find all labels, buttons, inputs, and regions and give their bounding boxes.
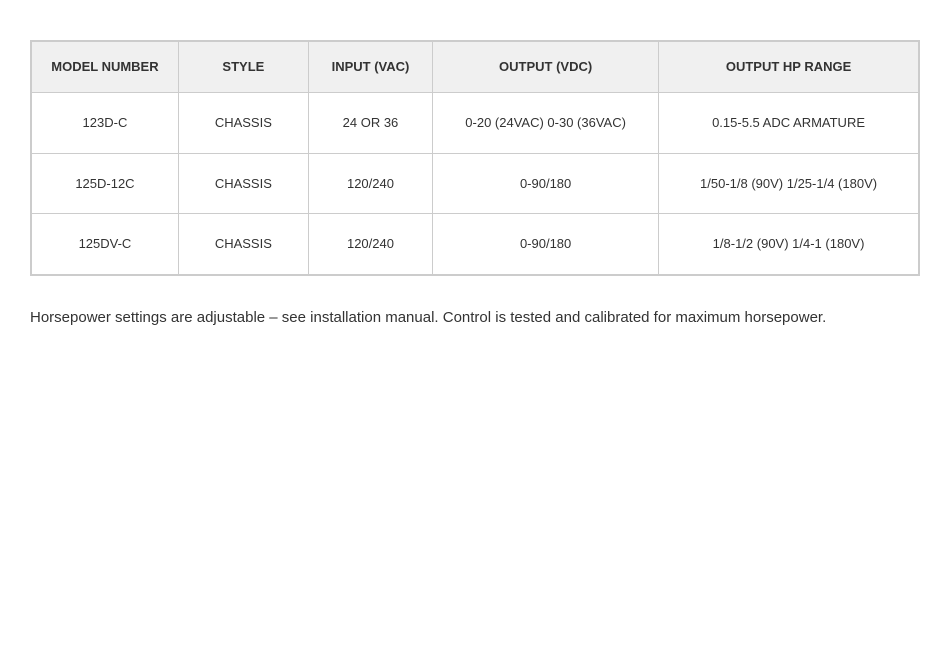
cell-input: 120/240 — [308, 214, 432, 275]
cell-output-vdc: 0-20 (24VAC) 0-30 (36VAC) — [433, 93, 659, 154]
header-style: STYLE — [178, 42, 308, 93]
table-row: 123D-CCHASSIS24 OR 360-20 (24VAC) 0-30 (… — [32, 93, 919, 154]
header-model-number: MODEL NUMBER — [32, 42, 179, 93]
cell-output-hp: 1/50-1/8 (90V) 1/25-1/4 (180V) — [659, 153, 919, 214]
cell-output-hp: 0.15-5.5 ADC ARMATURE — [659, 93, 919, 154]
cell-model: 123D-C — [32, 93, 179, 154]
cell-style: CHASSIS — [178, 153, 308, 214]
cell-model: 125D-12C — [32, 153, 179, 214]
cell-style: CHASSIS — [178, 214, 308, 275]
product-table: MODEL NUMBER STYLE INPUT (VAC) OUTPUT (V… — [31, 41, 919, 275]
cell-output-vdc: 0-90/180 — [433, 153, 659, 214]
header-input-vac: INPUT (VAC) — [308, 42, 432, 93]
table-row: 125DV-CCHASSIS120/2400-90/1801/8-1/2 (90… — [32, 214, 919, 275]
cell-style: CHASSIS — [178, 93, 308, 154]
cell-output-hp: 1/8-1/2 (90V) 1/4-1 (180V) — [659, 214, 919, 275]
footer-text: Horsepower settings are adjustable – see… — [30, 306, 920, 330]
cell-input: 120/240 — [308, 153, 432, 214]
product-table-container: MODEL NUMBER STYLE INPUT (VAC) OUTPUT (V… — [30, 40, 920, 276]
cell-input: 24 OR 36 — [308, 93, 432, 154]
table-row: 125D-12CCHASSIS120/2400-90/1801/50-1/8 (… — [32, 153, 919, 214]
header-output-hp-range: OUTPUT HP RANGE — [659, 42, 919, 93]
header-output-vdc: OUTPUT (VDC) — [433, 42, 659, 93]
cell-model: 125DV-C — [32, 214, 179, 275]
cell-output-vdc: 0-90/180 — [433, 214, 659, 275]
table-header-row: MODEL NUMBER STYLE INPUT (VAC) OUTPUT (V… — [32, 42, 919, 93]
